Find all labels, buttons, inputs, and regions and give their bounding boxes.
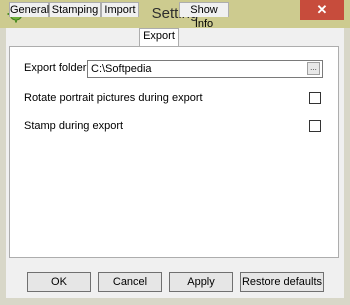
apply-button[interactable]: Apply (169, 272, 233, 292)
cancel-button[interactable]: Cancel (98, 272, 162, 292)
stamp-export-label: Stamp during export (24, 120, 124, 132)
window-bottom-edge (0, 298, 350, 305)
export-folder-label: Export folder (24, 62, 87, 74)
ok-button[interactable]: OK (27, 272, 91, 292)
tab-show-info[interactable]: Show Info (179, 2, 229, 30)
tab-stamping[interactable]: Stamping (49, 2, 101, 17)
stamp-export-checkbox[interactable] (309, 120, 321, 132)
tab-general[interactable]: General (9, 2, 49, 17)
tab-export[interactable]: Export (139, 28, 179, 46)
export-folder-field[interactable]: C:\Softpedia (87, 60, 323, 78)
close-button[interactable]: ✕ (300, 0, 344, 20)
browse-button[interactable]: ... (307, 62, 320, 75)
rotate-portrait-checkbox[interactable] (309, 92, 321, 104)
restore-defaults-button[interactable]: Restore defaults (240, 272, 324, 292)
settings-window: Setting ✕ General Stamping Import Export… (0, 0, 350, 305)
rotate-portrait-label: Rotate portrait pictures during export (24, 92, 203, 104)
tab-import[interactable]: Import (101, 2, 139, 17)
